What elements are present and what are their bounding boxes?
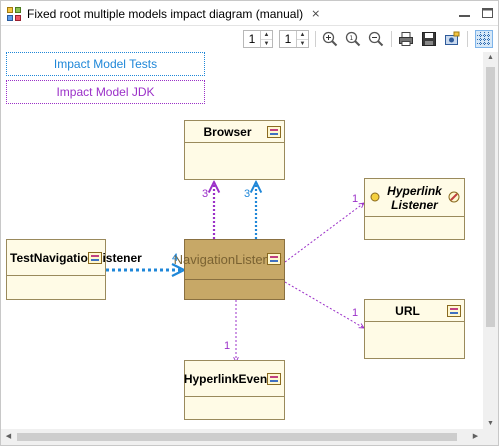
- class-url[interactable]: URL: [364, 299, 465, 359]
- link-count-hyperlink-event: 1: [224, 340, 231, 352]
- scrollbar-corner: [483, 429, 498, 445]
- link-count-url: 1: [352, 307, 359, 319]
- spin-down-icon[interactable]: ▼: [261, 40, 272, 48]
- link-hyperlink-listener: [284, 203, 364, 263]
- editor-tab[interactable]: Fixed root multiple models impact diagra…: [1, 1, 331, 26]
- spin-up-icon[interactable]: ▲: [261, 31, 272, 40]
- close-icon[interactable]: ⨯: [311, 7, 320, 20]
- horizontal-scrollbar[interactable]: ◀ ▶: [1, 429, 483, 445]
- spin-down-icon[interactable]: ▼: [297, 40, 308, 48]
- class-stereotype-icon: [447, 305, 461, 317]
- zoom-fit-icon[interactable]: 1: [344, 30, 362, 48]
- interface-stereotype-icon: [447, 191, 461, 203]
- class-hyperlink-listener[interactable]: Hyperlink Listener: [364, 178, 465, 240]
- depth-spinner-1[interactable]: 1 ▲ ▼: [243, 30, 273, 48]
- grid-toggle-icon[interactable]: [475, 30, 493, 48]
- link-count-test-nav: 4: [172, 252, 179, 264]
- editor-tab-bar: Fixed root multiple models impact diagra…: [1, 1, 498, 26]
- class-navigation-listener[interactable]: NavigationListener: [174, 239, 285, 300]
- interface-icon: [370, 191, 380, 202]
- depth-spinner-1-value[interactable]: 1: [244, 31, 260, 47]
- toolbar-separator: [467, 31, 468, 47]
- depth-spinner-2-value[interactable]: 1: [280, 31, 296, 47]
- print-icon[interactable]: [397, 30, 415, 48]
- svg-text:1: 1: [350, 35, 354, 42]
- diagram-icon: [7, 6, 21, 21]
- link-url: [284, 281, 364, 328]
- diagram-canvas[interactable]: Impact Model Tests Impact Model JDK Brow…: [1, 52, 483, 429]
- class-stereotype-icon: [267, 126, 281, 138]
- horizontal-scroll-thumb[interactable]: [17, 433, 457, 441]
- scroll-left-icon[interactable]: ◀: [1, 432, 16, 440]
- toolbar-separator: [391, 31, 392, 47]
- depth-spinner-2[interactable]: 1 ▲ ▼: [279, 30, 309, 48]
- scroll-down-icon[interactable]: ▼: [483, 420, 498, 427]
- link-count-hyperlink-listener: 1: [352, 193, 359, 205]
- scroll-up-icon[interactable]: ▲: [483, 54, 498, 61]
- zoom-out-icon[interactable]: [367, 30, 385, 48]
- maximize-icon[interactable]: [479, 5, 497, 21]
- save-icon[interactable]: [420, 30, 438, 48]
- export-image-icon[interactable]: [443, 30, 461, 48]
- class-test-navigation-listener[interactable]: TestNavigationListener: [6, 239, 142, 300]
- class-browser[interactable]: Browser: [184, 120, 285, 180]
- minimize-icon[interactable]: [456, 5, 474, 21]
- class-hyperlink-event[interactable]: HyperlinkEvent: [184, 360, 285, 420]
- class-stereotype-icon: [88, 252, 102, 264]
- link-count-browser-jdk: 3: [202, 188, 209, 200]
- zoom-in-icon[interactable]: [321, 30, 339, 48]
- vertical-scrollbar[interactable]: ▲ ▼: [483, 52, 498, 429]
- diagram-editor-window: Fixed root multiple models impact diagra…: [0, 0, 499, 446]
- spin-up-icon[interactable]: ▲: [297, 31, 308, 40]
- toolbar-separator: [315, 31, 316, 47]
- link-count-browser-tests: 3: [244, 188, 251, 200]
- class-stereotype-icon: [267, 373, 281, 385]
- tab-title: Fixed root multiple models impact diagra…: [27, 6, 304, 21]
- diagram-toolbar: 1 ▲ ▼ 1 ▲ ▼ 1: [1, 27, 498, 51]
- scroll-right-icon[interactable]: ▶: [468, 432, 483, 440]
- vertical-scroll-thumb[interactable]: [486, 67, 495, 327]
- class-stereotype-icon: [267, 253, 281, 265]
